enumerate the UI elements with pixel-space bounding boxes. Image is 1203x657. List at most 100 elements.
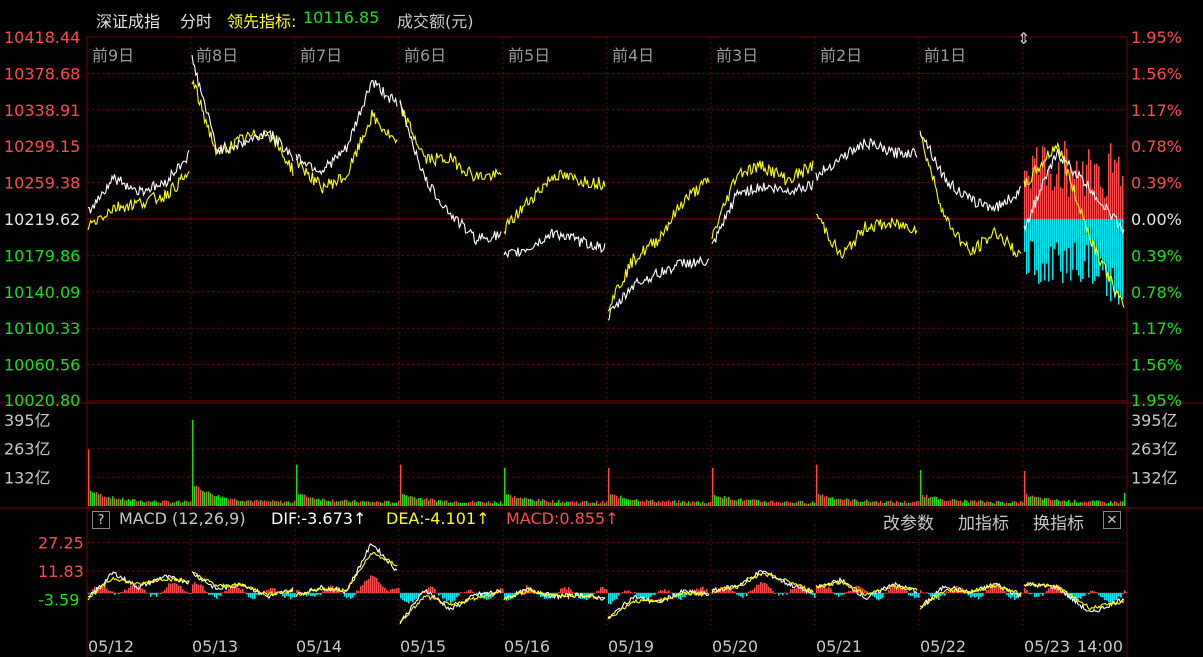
volume-bar [860,501,862,506]
macd-bar [442,593,444,599]
volume-bar [220,497,222,506]
macd-bar [772,591,774,594]
volume-bar [960,500,962,506]
volume-bar [866,499,868,506]
macd-bar [144,589,146,594]
macd-bar [238,588,240,594]
macd-bar [1084,593,1086,596]
change-params-button[interactable]: 改参数 [883,509,934,534]
macd-bar [252,593,254,599]
macd-bar [1042,593,1044,596]
volume-bar [1110,500,1112,506]
volume-bar [998,501,1000,506]
volume-bar [228,499,230,506]
help-button[interactable]: ? [92,511,110,529]
price-tick-label: 10418.44 [4,28,80,47]
mode-label[interactable]: 分时 [180,8,212,32]
volume-bar [630,500,632,506]
index-title: 深证成指 [96,12,161,31]
macd-bar [814,593,816,599]
volume-bar [906,503,908,506]
volume-bar [1020,500,1022,506]
macd-bar [558,591,560,594]
volume-bar [746,499,748,506]
macd-bar [382,586,384,594]
macd-bar [1048,588,1050,594]
volume-bar [1118,503,1120,506]
volume-bar [142,501,144,506]
volume-bar [844,499,846,506]
volume-bar [710,502,712,506]
macd-bar [140,588,142,594]
dea-line [87,551,1125,623]
volume-bar [244,501,246,506]
volume-bar [236,499,238,506]
switch-indicator-button[interactable]: 换指标 [1033,509,1084,534]
volume-bar [608,467,610,506]
macd-bar [768,586,770,594]
day-label: 前3日 [716,46,758,65]
macd-bar [906,590,908,594]
strength-bar-down [1074,219,1076,243]
strength-bar-down [1098,219,1100,277]
macd-bar [770,588,772,594]
macd-bar [920,590,922,594]
volume-bar [154,500,156,506]
macd-bar [248,593,250,598]
strength-bar-up [1086,164,1088,219]
strength-bar-down [1044,219,1046,281]
volume-bar [332,499,334,506]
volume-bar [944,500,946,506]
volume-bar [478,501,480,506]
close-icon[interactable]: ✕ [1103,511,1121,529]
volume-bar [122,497,124,506]
volume-bar [522,498,524,506]
volume-bar [366,501,368,506]
macd-bar [292,593,294,598]
volume-bar [308,497,310,506]
macd-bar [1030,593,1032,595]
macd-bar [1118,593,1120,597]
volume-bar [224,497,226,506]
macd-bar [838,593,840,597]
dif-line [88,543,1125,625]
macd-bar [762,583,764,594]
volume-bar [1026,494,1028,506]
macd-bar [916,593,918,598]
macd-bar [408,593,410,604]
strength-bar-up [1078,172,1080,219]
volume-bar [368,501,370,506]
volume-bar [980,500,982,506]
volume-bar [1092,500,1094,506]
volume-bar [880,500,882,506]
volume-bar [1098,500,1100,506]
volume-bar [172,502,174,506]
add-indicator-button[interactable]: 加指标 [958,509,1009,534]
strength-bar-down [1106,219,1108,297]
macd-bar [796,587,798,594]
volume-bar [812,501,814,506]
strength-bar-up [1110,143,1112,219]
volume-bar [324,499,326,506]
macd-bar [834,593,836,595]
macd-bar [208,593,210,595]
volume-bar [970,500,972,506]
volume-bar [488,501,490,506]
strength-bar-up [1044,147,1046,219]
volume-bar [670,501,672,506]
volume-bar [392,502,394,506]
macd-bar [832,592,834,594]
macd-bar [102,585,104,594]
volume-bar [96,492,98,506]
macd-bar [288,593,290,597]
macd-bar [190,593,192,594]
volume-bar [1050,499,1052,506]
volume-bar [722,498,724,506]
volume-bar [444,500,446,506]
macd-bar [1036,593,1038,597]
volume-bar [348,501,350,506]
pct-tick-label: 1.95% [1131,28,1182,47]
macd-bar [124,589,126,594]
price-lines [87,54,1125,625]
volume-bar [846,498,848,506]
